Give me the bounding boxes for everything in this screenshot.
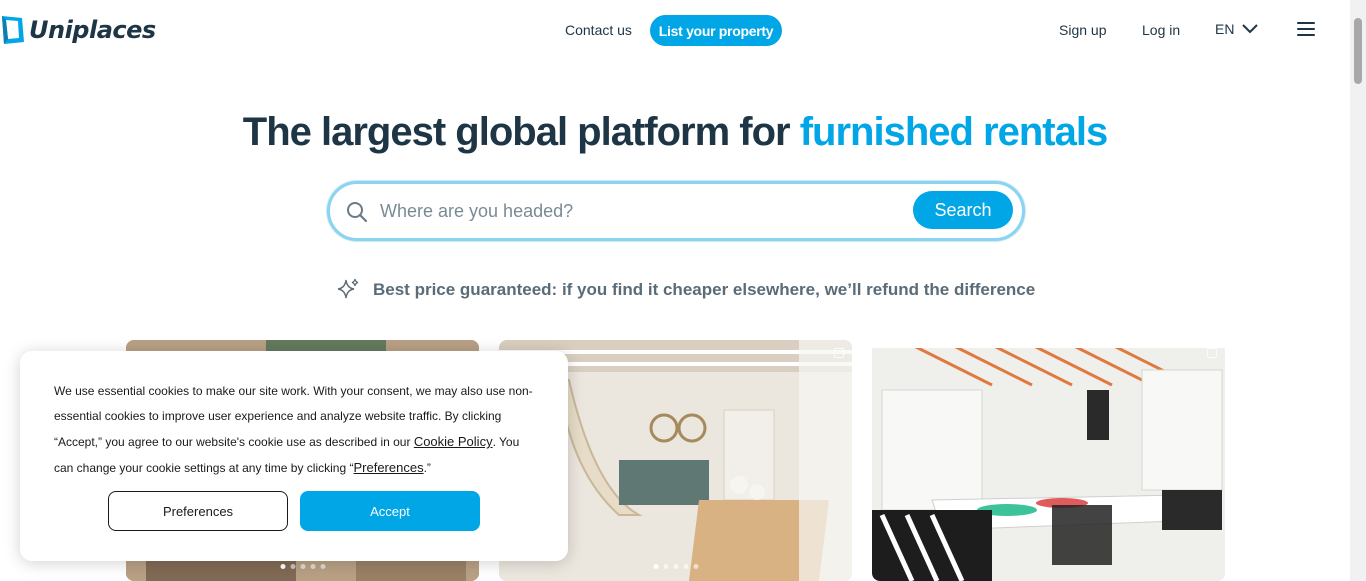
favorite-icon[interactable] — [834, 348, 844, 358]
preferences-button[interactable]: Preferences — [108, 491, 288, 531]
favorite-icon[interactable] — [1207, 348, 1217, 358]
sparkle-icon — [337, 278, 359, 299]
search-icon — [347, 202, 368, 223]
cookie-text-part-3: .” — [423, 461, 431, 475]
cookie-consent-banner: We use essential cookies to make our sit… — [20, 351, 568, 561]
list-your-property-button[interactable]: List your property — [650, 15, 782, 46]
scrollbar-thumb[interactable] — [1354, 18, 1362, 84]
search-button[interactable]: Search — [913, 191, 1013, 229]
cookie-policy-link[interactable]: Cookie Policy — [414, 434, 493, 449]
hero-title-main: The largest global platform for — [242, 110, 800, 154]
page-scrollbar[interactable] — [1350, 0, 1366, 581]
cookie-preferences-link[interactable]: Preferences — [353, 460, 423, 475]
cookie-message: We use essential cookies to make our sit… — [54, 379, 540, 481]
chevron-down-icon — [1242, 24, 1259, 34]
language-code: EN — [1215, 21, 1235, 37]
price-guarantee: Best price guaranteed: if you find it ch… — [336, 277, 1035, 302]
carousel-dots — [653, 564, 698, 569]
language-selector[interactable]: EN — [1215, 21, 1259, 37]
logo-text: Uniplaces — [29, 16, 156, 44]
hero-title: The largest global platform for furnishe… — [0, 110, 1350, 155]
uniplaces-logo[interactable]: Uniplaces — [0, 14, 156, 46]
log-in-link[interactable]: Log in — [1142, 22, 1180, 38]
hamburger-menu-icon[interactable] — [1297, 22, 1315, 38]
guarantee-text: Best price guaranteed: if you find it ch… — [373, 279, 1036, 299]
search-bar: Search — [327, 181, 1025, 241]
accept-cookies-button[interactable]: Accept — [300, 491, 480, 531]
site-header: Uniplaces Contact us List your property … — [0, 0, 1350, 62]
sign-up-link[interactable]: Sign up — [1059, 22, 1106, 38]
hero-title-accent: furnished rentals — [799, 110, 1109, 154]
listing-card[interactable] — [872, 340, 1225, 581]
destination-search-input[interactable] — [380, 196, 900, 226]
loft-dining-photo — [872, 340, 1225, 581]
contact-us-link[interactable]: Contact us — [565, 22, 632, 38]
logo-icon — [2, 16, 24, 44]
carousel-dots — [280, 564, 325, 569]
